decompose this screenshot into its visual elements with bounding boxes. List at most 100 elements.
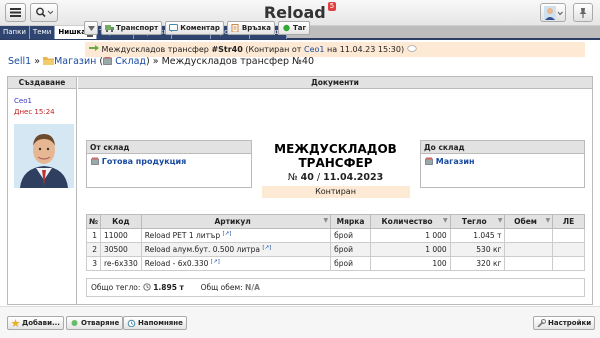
- speech-bubble-icon[interactable]: [406, 45, 417, 53]
- doc-number: 40: [300, 172, 314, 183]
- external-link-icon[interactable]: [↗]: [262, 245, 271, 251]
- user-menu-button[interactable]: [540, 3, 566, 22]
- row-volume: [504, 228, 554, 243]
- link-button[interactable]: Връзка: [226, 21, 276, 35]
- col-weight-label: Тегло: [461, 217, 487, 226]
- add-label: Добави...: [22, 319, 60, 327]
- doc-handle[interactable]: #Str40: [211, 45, 242, 54]
- doc-title-line1: МЕЖДУСКЛАДОВ: [274, 142, 397, 156]
- external-link-icon[interactable]: [↗]: [223, 231, 232, 237]
- from-store-link[interactable]: Готова продукция: [87, 154, 251, 166]
- row-volume: [504, 256, 554, 271]
- row-unit: брой: [330, 256, 371, 271]
- row-code: re-6x330: [99, 256, 142, 271]
- to-store-section: До склад Магазин: [420, 140, 585, 188]
- folder-icon: [43, 57, 55, 65]
- to-store-label: До склад: [421, 141, 584, 154]
- remind-button[interactable]: Напомняне: [123, 316, 187, 330]
- dropdown-button[interactable]: [84, 21, 98, 35]
- col-unit[interactable]: Мярка: [330, 214, 371, 229]
- open-dot-icon: [71, 320, 78, 326]
- store-icon: [103, 56, 112, 65]
- creation-header: Създаване: [8, 77, 76, 89]
- row-volume: [504, 242, 554, 257]
- col-weight[interactable]: Тегло ▼: [449, 214, 506, 229]
- breadcrumb: Sell1 » Магазин ( Склад) » Междускладов …: [8, 56, 314, 67]
- creation-column: Създаване Ceo1 Днес 15:24: [8, 77, 77, 304]
- col-article[interactable]: Артикул ▼: [140, 214, 332, 229]
- row-le: [552, 228, 585, 243]
- row-article: Reload - 6x0.330 [↗]: [140, 256, 332, 271]
- transport-button[interactable]: Транспорт: [101, 21, 163, 35]
- tab-thread-label: Нишка: [58, 28, 87, 36]
- col-volume[interactable]: Обем ▼: [504, 214, 554, 229]
- settings-button[interactable]: Настройки: [533, 316, 596, 330]
- doc-contir-prefix: (Контиран от: [245, 45, 302, 54]
- transfer-icon: [89, 45, 99, 51]
- tag-label: Таг: [293, 24, 307, 32]
- breadcrumb-store[interactable]: Склад: [115, 56, 146, 67]
- row-code: 30500: [99, 242, 142, 257]
- add-button[interactable]: Добави...: [7, 316, 64, 330]
- col-qty-label: Количество: [381, 217, 433, 226]
- table-row: 3 re-6x330 Reload - 6x0.330 [↗] брой 100…: [86, 256, 585, 271]
- external-link-icon[interactable]: [↗]: [211, 259, 220, 265]
- notification-badge[interactable]: 5: [327, 2, 337, 11]
- document-heading: МЕЖДУСКЛАДОВ ТРАНСФЕР № 40 / 11.04.2023 …: [253, 142, 418, 198]
- breadcrumb-root[interactable]: Sell1: [8, 56, 31, 67]
- alarm-icon: [127, 319, 136, 327]
- row-article: Reload алум.бут. 0.500 литра [↗]: [140, 242, 332, 257]
- tab-folders[interactable]: Папки: [0, 26, 30, 39]
- totals-row: Общо тегло: 1.895 т Общ обем: N/A: [86, 278, 585, 297]
- row-article-name: Reload PET 1 литър: [144, 231, 221, 240]
- remind-label: Напомняне: [138, 319, 183, 327]
- row-no: 2: [86, 242, 101, 257]
- col-no[interactable]: №: [86, 214, 101, 229]
- tag-button[interactable]: Таг: [278, 21, 311, 35]
- breadcrumb-current: » Междускладов трансфер №40: [152, 56, 315, 67]
- transport-label: Транспорт: [116, 24, 159, 32]
- row-unit: брой: [330, 242, 371, 257]
- col-volume-label: Обем: [514, 217, 537, 226]
- row-qty: 100: [369, 256, 451, 271]
- author-name[interactable]: Ceo1: [14, 97, 32, 105]
- open-button[interactable]: Отваряне: [66, 316, 124, 330]
- bottom-bar: Добави... Отваряне Напомняне Настройки: [0, 306, 600, 338]
- col-article-label: Артикул: [214, 217, 251, 226]
- row-article-name: Reload - 6x0.330: [144, 259, 209, 268]
- settings-tools-icon: [537, 319, 546, 327]
- document-toolbar: Транспорт Коментар Връзка Таг: [84, 21, 311, 35]
- total-weight-label: Общо тегло:: [91, 283, 141, 292]
- breadcrumb-folder[interactable]: Магазин: [54, 56, 96, 67]
- total-volume-label: Общ обем:: [200, 283, 243, 292]
- tag-dot-icon: [283, 24, 290, 32]
- documents-header: Документи: [78, 77, 592, 89]
- from-store-value: Готова продукция: [101, 157, 187, 166]
- tab-topics[interactable]: Теми: [29, 26, 56, 39]
- total-volume-value: N/A: [245, 283, 260, 292]
- row-weight: 1.045 т: [449, 228, 506, 243]
- col-le[interactable]: ЛЕ: [552, 214, 585, 229]
- settings-label: Настройки: [548, 319, 592, 327]
- comment-label: Коментар: [180, 24, 220, 32]
- col-code[interactable]: Код: [99, 214, 142, 229]
- doc-status: Контиран: [261, 186, 410, 198]
- link-doc-icon: [231, 24, 239, 32]
- row-no: 3: [86, 256, 101, 271]
- comment-button[interactable]: Коментар: [165, 21, 224, 35]
- sort-icon: ▼: [545, 217, 551, 224]
- to-store-link[interactable]: Магазин: [421, 154, 584, 166]
- doc-number-prefix: №: [287, 172, 298, 183]
- row-article-name: Reload алум.бут. 0.500 литра: [144, 245, 260, 254]
- pin-button[interactable]: [573, 3, 593, 22]
- col-qty[interactable]: Количество ▼: [369, 214, 451, 229]
- row-weight: 530 кг: [449, 242, 506, 257]
- store-icon: [91, 157, 99, 165]
- open-label: Отваряне: [81, 319, 120, 327]
- doc-contir-user[interactable]: Ceo1: [304, 45, 325, 54]
- row-le: [552, 242, 585, 257]
- chevron-down-icon: [87, 25, 95, 31]
- sort-icon: ▼: [443, 217, 448, 224]
- table-header-row: № Код Артикул ▼ Мярка Количество ▼ Тегло ▼ …: [86, 214, 585, 229]
- comment-icon: [169, 24, 179, 32]
